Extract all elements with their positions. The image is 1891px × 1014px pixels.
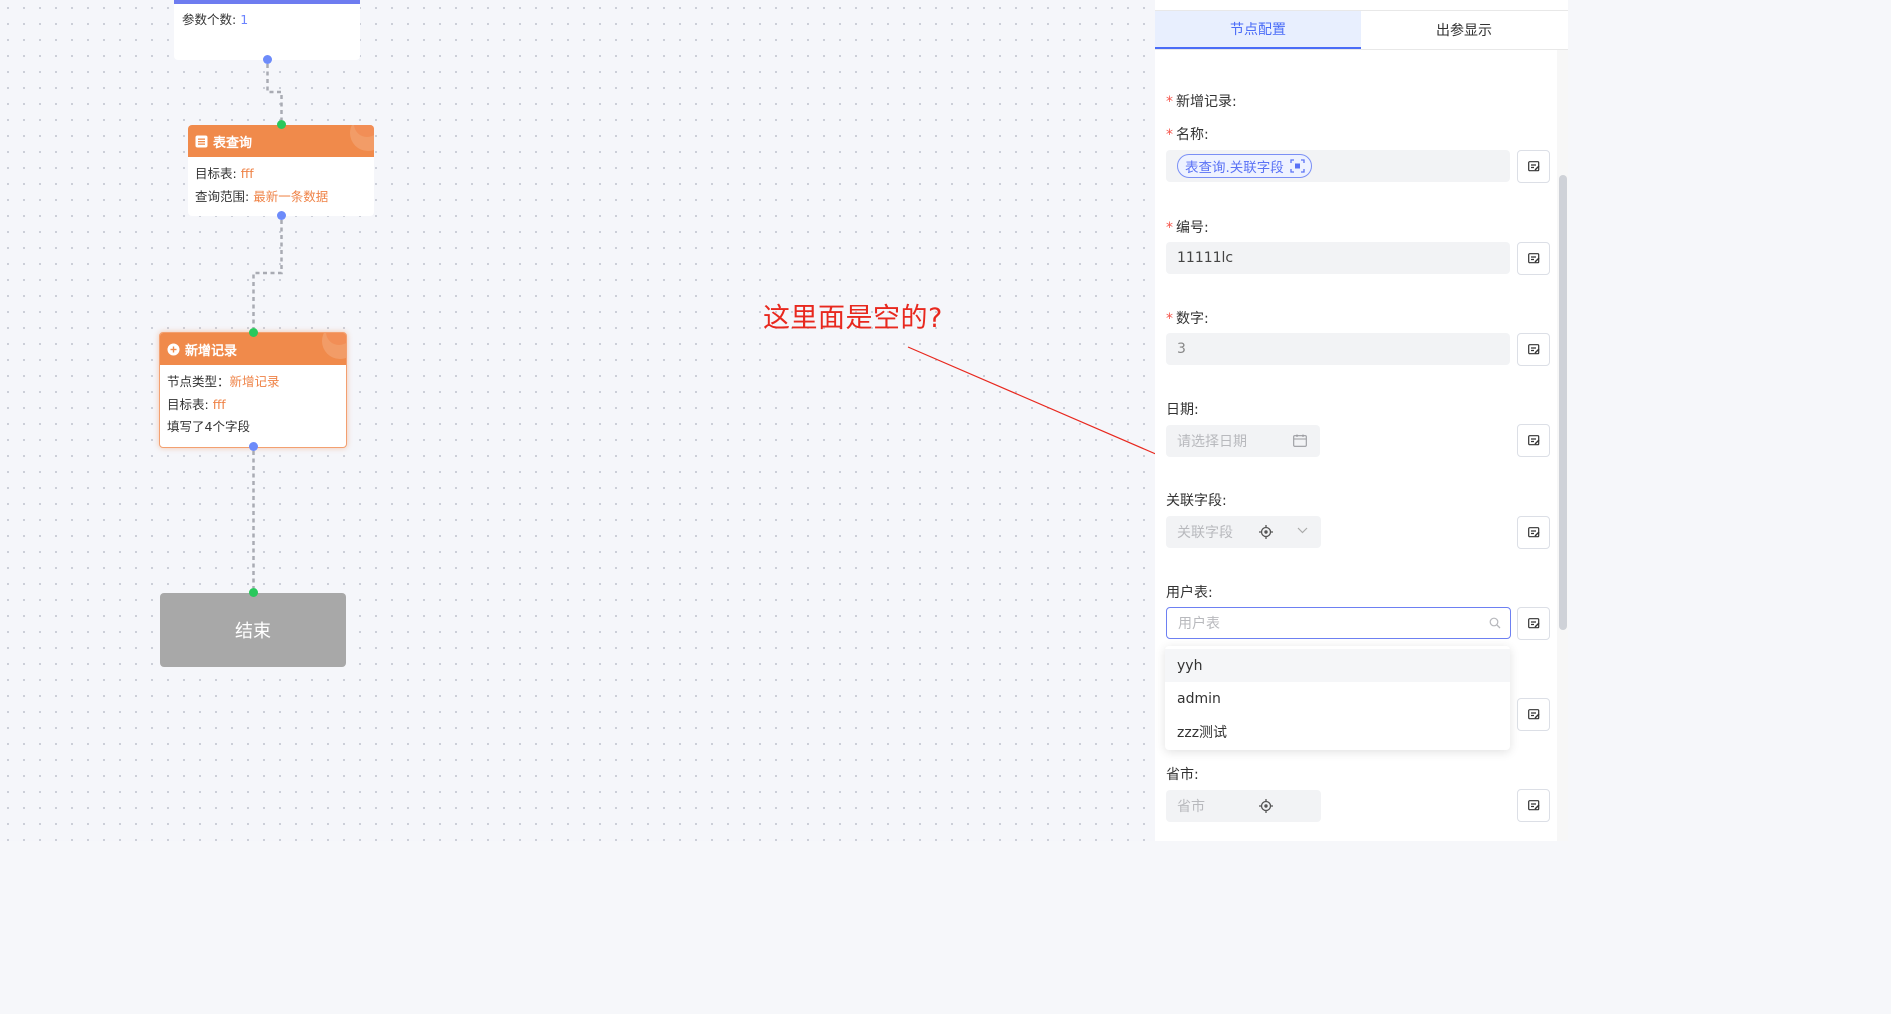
edit-note-icon xyxy=(1527,614,1540,633)
link-field-label: 关联字段: xyxy=(1166,493,1227,509)
province-placeholder: 省市 xyxy=(1177,799,1205,815)
tab-output-params[interactable]: 出参显示 xyxy=(1361,11,1567,49)
table-query-node-header: 表查询 xyxy=(188,125,374,157)
param-count-label: 参数个数: xyxy=(182,12,241,27)
edit-note-icon xyxy=(1527,796,1540,815)
variable-picker-button[interactable] xyxy=(1517,424,1550,457)
required-mark: * xyxy=(1166,220,1173,236)
add-record-node-title: 新增记录 xyxy=(185,343,238,359)
output-port[interactable] xyxy=(277,211,286,220)
annotation-text: 这里面是空的? xyxy=(763,303,943,334)
dropdown-option[interactable]: zzz测试 xyxy=(1165,715,1510,748)
panel-tabs: 节点配置 出参显示 xyxy=(1155,10,1568,50)
end-node-label: 结束 xyxy=(235,621,271,642)
input-port[interactable] xyxy=(249,588,258,597)
dropdown-option[interactable]: admin xyxy=(1165,682,1510,715)
node-type-value: 新增记录 xyxy=(229,374,280,389)
number-label: * 数字: xyxy=(1166,308,1209,328)
calendar-icon xyxy=(1293,434,1307,447)
section-title: * 新增记录: xyxy=(1166,91,1237,111)
output-port[interactable] xyxy=(249,442,258,451)
province-label: 省市: xyxy=(1166,767,1199,783)
add-record-node[interactable]: 新增记录 节点类型：新增记录 目标表: fff 填写了4个字段 xyxy=(159,332,347,448)
add-target-row: 目标表: fff xyxy=(167,394,339,417)
variable-picker-button[interactable] xyxy=(1517,607,1550,640)
scan-icon[interactable] xyxy=(1290,159,1305,173)
edit-note-icon xyxy=(1527,340,1540,359)
query-target-label: 目标表: xyxy=(195,166,241,181)
variable-picker-button[interactable] xyxy=(1517,516,1550,549)
required-mark: * xyxy=(1166,127,1173,143)
required-mark: * xyxy=(1166,311,1173,327)
table-query-node-title: 表查询 xyxy=(213,135,253,151)
output-port[interactable] xyxy=(263,55,272,64)
date-placeholder: 请选择日期 xyxy=(1177,434,1247,450)
variable-picker-button[interactable] xyxy=(1517,333,1550,366)
edit-note-icon xyxy=(1527,249,1540,268)
input-port[interactable] xyxy=(249,328,258,337)
date-label: 日期: xyxy=(1166,402,1199,418)
province-select[interactable]: 省市 xyxy=(1166,790,1321,822)
user-table-placeholder: 用户表 xyxy=(1178,616,1220,632)
query-range-value: 最新一条数据 xyxy=(253,188,329,204)
variable-picker-button[interactable] xyxy=(1517,789,1550,822)
header-decoration xyxy=(322,333,346,359)
number-label-text: 数字: xyxy=(1176,311,1209,327)
code-input-value: 11111lc xyxy=(1177,250,1234,266)
query-target-value: fff xyxy=(240,166,254,181)
panel-scrollbar[interactable] xyxy=(1559,175,1567,630)
name-label: * 名称: xyxy=(1166,124,1209,144)
chevron-down-icon xyxy=(1297,527,1308,534)
code-label-text: 编号: xyxy=(1176,220,1209,236)
link-field-select[interactable]: 关联字段 xyxy=(1166,516,1321,548)
node-type-label: 节点类型： xyxy=(167,374,230,389)
node-type-row: 节点类型：新增记录 xyxy=(167,371,339,394)
search-icon xyxy=(1489,617,1501,629)
edit-note-icon xyxy=(1527,705,1540,724)
user-table-select[interactable]: 用户表 xyxy=(1166,607,1511,639)
user-table-dropdown: yyh admin zzz测试 xyxy=(1165,646,1510,750)
end-node[interactable]: 结束 xyxy=(160,593,346,667)
add-target-label: 目标表: xyxy=(167,396,213,412)
add-target-value: fff xyxy=(212,396,226,412)
user-table-label: 用户表: xyxy=(1166,585,1213,601)
variable-picker-button[interactable] xyxy=(1517,698,1550,731)
add-record-node-header: 新增记录 xyxy=(160,333,346,365)
header-decoration xyxy=(350,125,374,151)
link-field-placeholder: 关联字段 xyxy=(1177,525,1233,541)
query-range-row: 查询范围: 最新一条数据 xyxy=(195,186,367,209)
plus-circle-icon xyxy=(167,343,180,356)
edit-note-icon xyxy=(1527,523,1540,542)
edit-note-icon xyxy=(1527,157,1540,176)
start-node[interactable]: 参数个数: 1 xyxy=(174,0,360,60)
name-field[interactable]: 表查询.关联字段 xyxy=(1166,150,1510,182)
date-picker[interactable]: 请选择日期 xyxy=(1166,425,1320,457)
table-query-node[interactable]: 表查询 目标表: fff 查询范围: 最新一条数据 xyxy=(188,125,374,216)
variable-tag-text: 表查询.关联字段 xyxy=(1185,160,1284,176)
locate-icon[interactable] xyxy=(1259,525,1273,539)
param-count-value: 1 xyxy=(240,12,249,27)
tab-node-config[interactable]: 节点配置 xyxy=(1155,11,1361,49)
edit-note-icon xyxy=(1527,431,1540,450)
variable-tag[interactable]: 表查询.关联字段 xyxy=(1177,154,1312,178)
number-input-value: 3 xyxy=(1177,341,1186,357)
code-input[interactable]: 11111lc xyxy=(1166,242,1510,274)
table-list-icon xyxy=(195,135,208,148)
number-input[interactable]: 3 xyxy=(1166,333,1510,365)
dropdown-option[interactable]: yyh xyxy=(1165,649,1510,682)
flow-canvas[interactable]: 参数个数: 1 表查询 目标表: fff 查询范围: 最新一条数据 新增记录 节… xyxy=(0,0,1155,841)
variable-picker-button[interactable] xyxy=(1517,150,1550,183)
required-mark: * xyxy=(1166,94,1173,110)
filled-fields-row: 填写了4个字段 xyxy=(167,419,250,434)
name-label-text: 名称: xyxy=(1176,127,1209,143)
query-range-label: 查询范围: xyxy=(195,188,254,204)
code-label: * 编号: xyxy=(1166,217,1209,237)
section-title-text: 新增记录: xyxy=(1176,94,1237,110)
input-port[interactable] xyxy=(277,120,286,129)
locate-icon[interactable] xyxy=(1259,799,1273,813)
variable-picker-button[interactable] xyxy=(1517,242,1550,275)
query-target-row: 目标表: fff xyxy=(195,163,367,186)
